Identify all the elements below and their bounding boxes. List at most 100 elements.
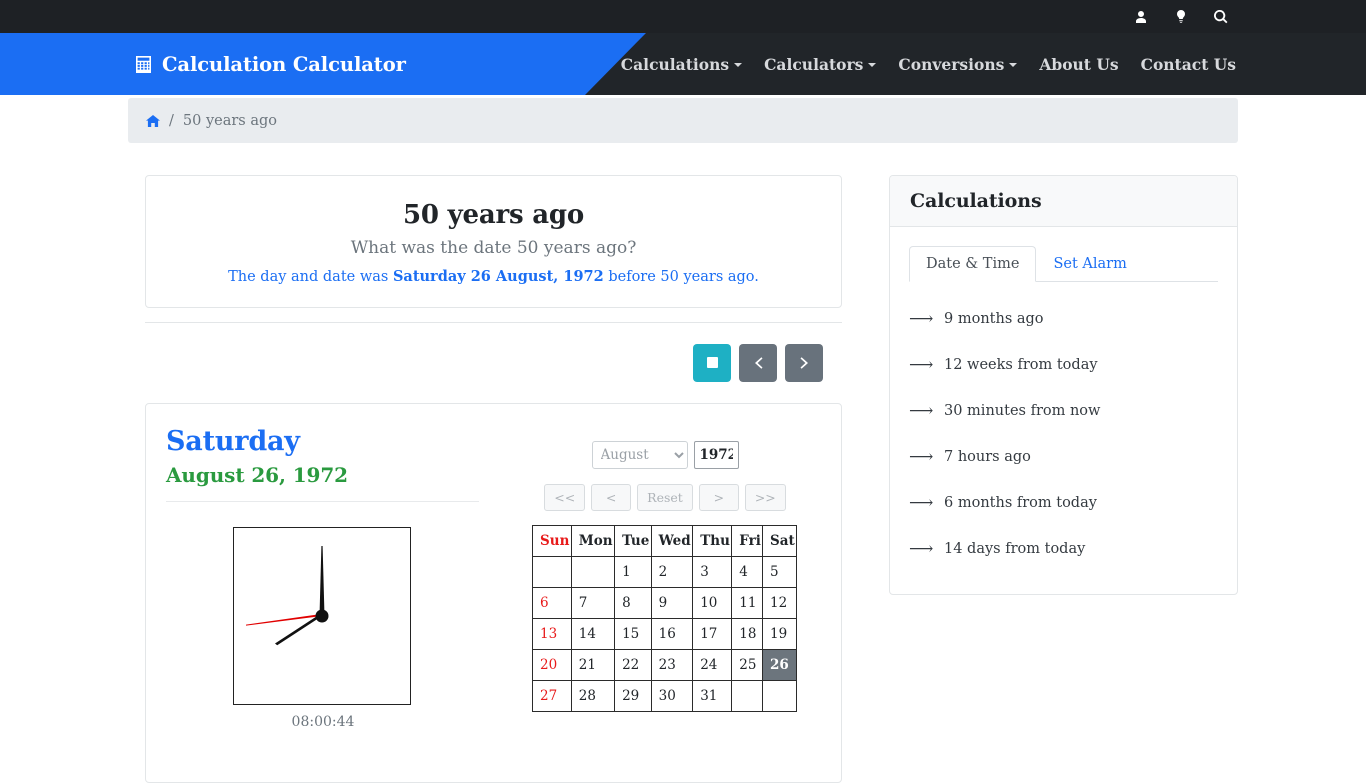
calendar-widget: August << < Reset > >> SunMonTueWedThuFr… [532,441,798,712]
user-icon[interactable] [1132,8,1150,26]
calendar-day-cell[interactable]: 30 [650,680,694,712]
calendar-day-cell[interactable]: 1 [614,556,652,588]
calendar-day-cell[interactable]: 14 [570,618,616,650]
list-item-label: 30 minutes from now [944,403,1101,419]
calendar-month-year-row: August [532,441,798,469]
calendar-day-cell[interactable]: 3 [692,556,733,588]
prev-year-button[interactable]: << [544,484,586,511]
calendar-header-sat: Sat [761,525,798,557]
calendar-empty-cell [570,556,616,588]
prev-month-button[interactable]: < [591,484,632,511]
breadcrumb-separator: / [169,112,174,129]
calendar-day-cell[interactable]: 27 [532,680,572,712]
calendar-table: Sun Mon Tue Wed Thu Fri Sat 1 2 3 4 5 6 7 8 9 10 11 12 13 1… [532,525,798,712]
arrow-right-icon: ⟶ [909,492,934,513]
breadcrumb: / 50 years ago [128,98,1238,143]
arrow-right-icon: ⟶ [909,538,934,559]
next-button[interactable] [785,343,823,382]
calendar-week-row: 13 14 15 16 17 18 19 [532,618,798,650]
brand-name: Calculation Calculator [162,52,406,76]
list-item[interactable]: ⟶ 7 hours ago [909,434,1218,480]
list-item[interactable]: ⟶ 9 months ago [909,296,1218,342]
bulb-icon[interactable] [1172,8,1190,26]
nav-item-contact-us[interactable]: Contact Us [1141,55,1236,74]
brand-logo[interactable]: Calculation Calculator [134,33,406,95]
nav-label: About Us [1039,54,1119,74]
answer-prefix: The day and date was [228,269,393,285]
calculator-icon [134,55,153,74]
list-item[interactable]: ⟶ 12 weeks from today [909,342,1218,388]
calendar-day-cell[interactable]: 4 [731,556,763,588]
month-select[interactable]: August [591,441,688,469]
calendar-day-cell[interactable]: 9 [650,587,694,619]
arrow-right-icon: ⟶ [909,308,934,329]
list-item[interactable]: ⟶ 6 months from today [909,480,1218,526]
arrow-right-icon: ⟶ [909,400,934,421]
detail-divider [166,501,479,502]
clock-hands [246,546,329,646]
year-input[interactable] [693,441,739,469]
nav-label: Contact Us [1140,54,1236,74]
search-icon[interactable] [1212,8,1230,26]
calendar-day-cell[interactable]: 23 [650,649,694,681]
calendar-day-cell[interactable]: 11 [731,587,763,619]
nav-item-calculations[interactable]: Calculations [620,54,743,74]
calendar-header-wed: Wed [650,525,694,557]
calendar-day-cell[interactable]: 6 [532,587,572,619]
calendar-day-cell[interactable]: 8 [614,587,652,619]
calendar-day-cell[interactable]: 13 [532,618,572,650]
arrow-right-icon: ⟶ [909,446,934,467]
nav-label: Calculators [764,54,864,74]
nav-label: Calculations [620,54,730,74]
tab-date-and-time[interactable]: Date & Time [909,246,1037,282]
calendar-day-cell[interactable]: 26 [761,649,798,681]
calendar-week-row: 27 28 29 30 31 [532,680,798,712]
calendar-day-cell[interactable]: 25 [731,649,763,681]
next-year-button[interactable]: >> [744,484,786,511]
calendar-header-sun: Sun [532,525,572,557]
calendar-day-cell[interactable]: 20 [532,649,572,681]
nav-item-conversions[interactable]: Conversions [898,55,1018,74]
list-item[interactable]: ⟶ 30 minutes from now [909,388,1218,434]
calendar-day-cell[interactable]: 22 [614,649,652,681]
answer-text: The day and date was Saturday 26 August,… [166,268,821,285]
calendar-day-cell[interactable]: 5 [761,556,798,588]
calendar-day-cell[interactable]: 12 [761,587,798,619]
top-utility-bar [0,0,1366,33]
calendar-day-cell[interactable]: 10 [692,587,733,619]
calendar-day-cell[interactable]: 7 [570,587,616,619]
calendar-day-cell[interactable]: 17 [692,618,733,650]
arrow-right-icon: ⟶ [909,354,934,375]
nav-item-about-us[interactable]: About Us [1039,55,1118,74]
top-utility-icons [1132,0,1230,33]
calendar-day-cell[interactable]: 2 [650,556,694,588]
calendar-day-cell[interactable]: 21 [570,649,616,681]
calendar-day-cell[interactable]: 31 [692,680,733,712]
sidebar-header: Calculations [890,176,1237,227]
clock-center-pin [315,609,329,623]
list-item[interactable]: ⟶ 14 days from today [909,526,1218,572]
answer-suffix: before 50 years ago. [603,269,759,285]
calendar-day-cell[interactable]: 16 [650,618,694,650]
page-subtitle: What was the date 50 years ago? [350,238,637,258]
calendar-day-cell[interactable]: 15 [614,618,652,650]
calendar-day-cell[interactable]: 19 [761,618,798,650]
tab-set-alarm[interactable]: Set Alarm [1036,246,1143,282]
calendar-day-cell[interactable]: 24 [692,649,733,681]
calendar-day-cell[interactable]: 29 [614,680,652,712]
answer-date: Saturday 26 August, 1972 [392,268,604,285]
calendar-week-row: 12345 [532,556,798,588]
calendar-day-cell[interactable]: 28 [570,680,616,712]
calendar-empty-cell [731,680,763,712]
nav-item-calculators[interactable]: Calculators [764,54,877,74]
next-month-button[interactable]: > [698,484,739,511]
calendar-day-cell[interactable]: 18 [731,618,763,650]
reset-button[interactable]: Reset [637,484,693,511]
calendar-header-fri: Fri [731,525,763,557]
previous-button[interactable] [739,343,777,382]
main-navigation: Calculations Calculators Conversions Abo… [621,33,1236,95]
stop-button[interactable] [693,343,731,382]
home-icon[interactable] [146,114,160,128]
list-item-label: 12 weeks from today [944,357,1098,373]
intro-card: 50 years ago What was the date 50 years … [145,175,842,308]
